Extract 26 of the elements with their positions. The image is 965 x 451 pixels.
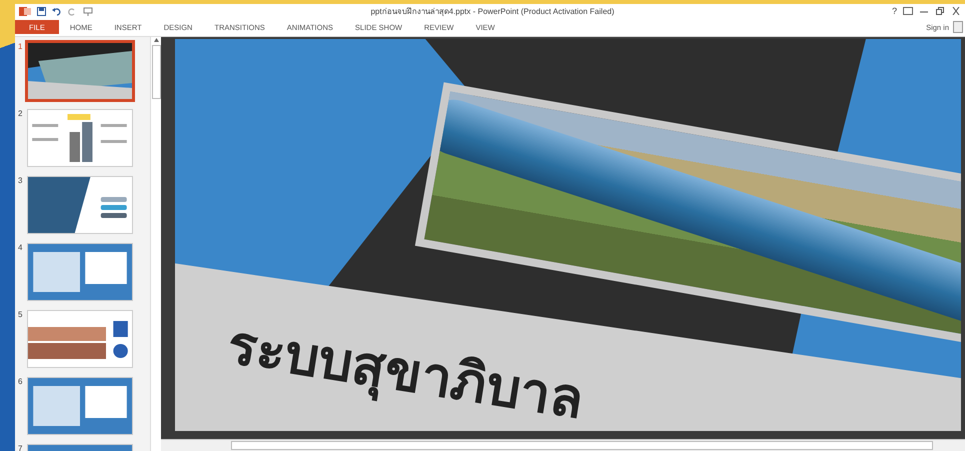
slide-number: 1 [18,42,22,51]
slide-thumbnail[interactable] [27,42,134,100]
slide-thumbnail[interactable] [27,310,134,368]
presentation-icon[interactable] [83,6,93,16]
slide-number: 4 [18,243,22,252]
slide-number: 7 [18,444,22,451]
slide-thumbnail[interactable] [27,377,134,435]
scrollbar-thumb[interactable] [152,45,160,99]
restore-icon[interactable] [935,7,945,15]
close-icon[interactable] [951,7,961,15]
slide-title: ระบบสุขาภิบาล [222,312,589,431]
ribbon-display-icon[interactable] [903,7,913,15]
horizontal-scrollbar[interactable] [231,441,933,450]
slide-number: 3 [18,176,22,185]
undo-icon[interactable] [52,6,62,16]
slide-number: 2 [18,109,22,118]
slide-number: 6 [18,377,22,386]
help-button[interactable]: ? [892,6,897,16]
slide-thumbnail[interactable] [27,109,134,167]
slide-thumbnail[interactable] [27,176,134,234]
window-title: pptก่อนจบฝึกงานล่าสุด4.pptx - PowerPoint (Product Activation Failed) [370,6,616,18]
scroll-up-icon[interactable] [152,37,160,43]
slide-thumbnail[interactable] [27,243,134,301]
slide-number: 5 [18,310,22,319]
save-icon[interactable] [37,6,46,16]
powerpoint-logo-icon [19,6,31,16]
